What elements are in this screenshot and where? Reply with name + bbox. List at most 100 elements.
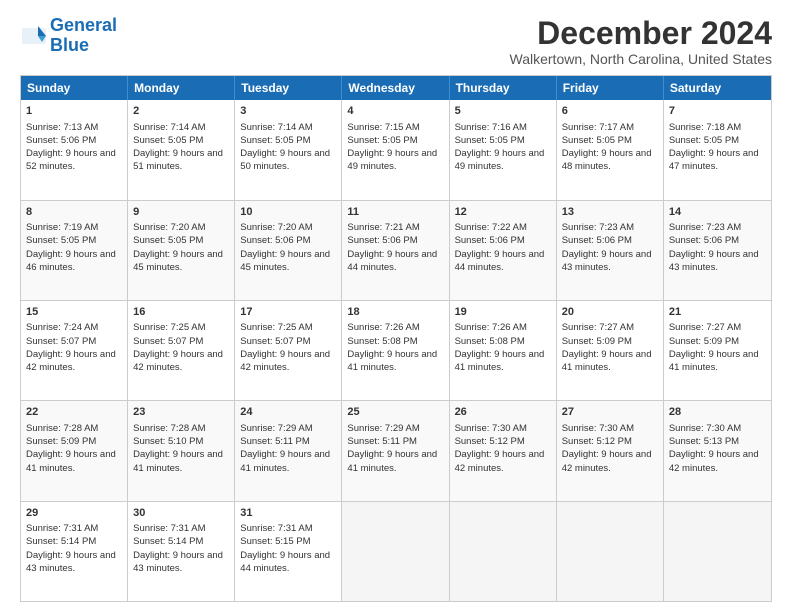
day-cell-10: 10Sunrise: 7:20 AMSunset: 5:06 PMDayligh… [235,201,342,300]
sunset-time: Sunset: 5:05 PM [347,135,417,146]
sunrise-time: Sunrise: 7:20 AM [133,222,205,233]
day-cell-4: 4 Sunrise: 7:15 AM Sunset: 5:05 PM Daylight… [342,100,449,199]
day-number: 15 [26,305,122,320]
sunset-time: Sunset: 5:06 PM [455,235,525,246]
header-tuesday: Tuesday [235,76,342,100]
sunset-time: Sunset: 5:05 PM [455,135,525,146]
header-wednesday: Wednesday [342,76,449,100]
sunset-time: Sunset: 5:12 PM [455,436,525,447]
daylight-info: Daylight: 9 hours and 42 minutes. [562,449,652,473]
day-cell-19: 19Sunrise: 7:26 AMSunset: 5:08 PMDayligh… [450,301,557,400]
day-cell-24: 24Sunrise: 7:29 AMSunset: 5:11 PMDayligh… [235,401,342,500]
day-number: 19 [455,305,551,320]
sunset-time: Sunset: 5:09 PM [562,336,632,347]
sunrise-time: Sunrise: 7:27 AM [562,322,634,333]
sunrise-time: Sunrise: 7:20 AM [240,222,312,233]
logo-text: General Blue [50,16,117,56]
logo-icon [20,22,48,50]
daylight-info: Daylight: 9 hours and 41 minutes. [455,349,545,373]
daylight-info: Daylight: 9 hours and 49 minutes. [347,148,437,172]
day-cell-7: 7Sunrise: 7:18 AMSunset: 5:05 PMDaylight… [664,100,771,199]
day-cell-21: 21Sunrise: 7:27 AMSunset: 5:09 PMDayligh… [664,301,771,400]
daylight-info: Daylight: 9 hours and 52 minutes. [26,148,116,172]
sunrise-time: Sunrise: 7:29 AM [240,423,312,434]
day-cell-22: 22Sunrise: 7:28 AMSunset: 5:09 PMDayligh… [21,401,128,500]
sunset-time: Sunset: 5:10 PM [133,436,203,447]
sunrise-time: Sunrise: 7:14 AM [240,122,312,133]
daylight-info: Daylight: 9 hours and 41 minutes. [669,349,759,373]
day-number: 4 [347,104,443,119]
daylight-info: Daylight: 9 hours and 41 minutes. [240,449,330,473]
sunrise-time: Sunrise: 7:17 AM [562,122,634,133]
day-number: 23 [133,405,229,420]
day-number: 17 [240,305,336,320]
header-friday: Friday [557,76,664,100]
calendar: Sunday Monday Tuesday Wednesday Thursday… [20,75,772,602]
day-cell-20: 20Sunrise: 7:27 AMSunset: 5:09 PMDayligh… [557,301,664,400]
sunrise-time: Sunrise: 7:15 AM [347,122,419,133]
sunset-time: Sunset: 5:07 PM [26,336,96,347]
day-cell-30: 30Sunrise: 7:31 AMSunset: 5:14 PMDayligh… [128,502,235,601]
day-number: 7 [669,104,766,119]
sunrise-time: Sunrise: 7:28 AM [133,423,205,434]
sunrise-time: Sunrise: 7:31 AM [240,523,312,534]
day-cell-5: 5 Sunrise: 7:16 AM Sunset: 5:05 PM Daylight… [450,100,557,199]
sunrise-time: Sunrise: 7:24 AM [26,322,98,333]
day-number: 27 [562,405,658,420]
empty-cell [664,502,771,601]
daylight-info: Daylight: 9 hours and 48 minutes. [562,148,652,172]
sunset-time: Sunset: 5:06 PM [240,235,310,246]
sunset-time: Sunset: 5:13 PM [669,436,739,447]
header: General Blue December 2024 Walkertown, N… [20,16,772,67]
day-cell-15: 15 Sunrise: 7:24 AM Sunset: 5:07 PM Dayligh… [21,301,128,400]
day-number: 24 [240,405,336,420]
week-row-4: 22Sunrise: 7:28 AMSunset: 5:09 PMDayligh… [21,400,771,500]
sunrise-time: Sunrise: 7:27 AM [669,322,741,333]
sunrise-time: Sunrise: 7:30 AM [562,423,634,434]
title-block: December 2024 Walkertown, North Carolina… [510,16,772,67]
day-cell-14: 14Sunrise: 7:23 AMSunset: 5:06 PMDayligh… [664,201,771,300]
daylight-info: Daylight: 9 hours and 41 minutes. [26,449,116,473]
daylight-info: Daylight: 9 hours and 41 minutes. [133,449,223,473]
sunrise-time: Sunrise: 7:25 AM [240,322,312,333]
daylight-info: Daylight: 9 hours and 45 minutes. [133,249,223,273]
day-number: 30 [133,506,229,521]
day-number: 22 [26,405,122,420]
sunrise-time: Sunrise: 7:26 AM [347,322,419,333]
daylight-info: Daylight: 9 hours and 41 minutes. [347,349,437,373]
daylight-info: Daylight: 9 hours and 46 minutes. [26,249,116,273]
empty-cell [557,502,664,601]
daylight-info: Daylight: 9 hours and 43 minutes. [26,550,116,574]
day-number: 9 [133,205,229,220]
location: Walkertown, North Carolina, United State… [510,51,772,67]
sunset-time: Sunset: 5:05 PM [133,235,203,246]
day-cell-13: 13Sunrise: 7:23 AMSunset: 5:06 PMDayligh… [557,201,664,300]
day-number: 26 [455,405,551,420]
daylight-info: Daylight: 9 hours and 42 minutes. [26,349,116,373]
day-number: 11 [347,205,443,220]
day-cell-27: 27Sunrise: 7:30 AMSunset: 5:12 PMDayligh… [557,401,664,500]
day-cell-17: 17Sunrise: 7:25 AMSunset: 5:07 PMDayligh… [235,301,342,400]
day-cell-1: 1Sunrise: 7:13 AMSunset: 5:06 PMDaylight… [21,100,128,199]
day-cell-16: 16Sunrise: 7:25 AMSunset: 5:07 PMDayligh… [128,301,235,400]
logo-general: General [50,15,117,35]
daylight-info: Daylight: 9 hours and 49 minutes. [455,148,545,172]
day-number: 29 [26,506,122,521]
daylight-info: Daylight: 9 hours and 44 minutes. [347,249,437,273]
sunrise-time: Sunrise: 7:23 AM [669,222,741,233]
daylight-info: Daylight: 9 hours and 51 minutes. [133,148,223,172]
sunset-time: Sunset: 5:07 PM [240,336,310,347]
day-cell-12: 12Sunrise: 7:22 AMSunset: 5:06 PMDayligh… [450,201,557,300]
sunrise-time: Sunrise: 7:13 AM [26,122,98,133]
page: General Blue December 2024 Walkertown, N… [0,0,792,612]
day-number: 5 [455,104,551,119]
daylight-info: Daylight: 9 hours and 42 minutes. [133,349,223,373]
daylight-info: Daylight: 9 hours and 43 minutes. [669,249,759,273]
day-number: 1 [26,104,122,119]
day-cell-23: 23 Sunrise: 7:28 AM Sunset: 5:10 PM Dayligh… [128,401,235,500]
sunrise-time: Sunrise: 7:16 AM [455,122,527,133]
day-cell-26: 26Sunrise: 7:30 AMSunset: 5:12 PMDayligh… [450,401,557,500]
day-number: 16 [133,305,229,320]
empty-cell [450,502,557,601]
daylight-info: Daylight: 9 hours and 42 minutes. [669,449,759,473]
